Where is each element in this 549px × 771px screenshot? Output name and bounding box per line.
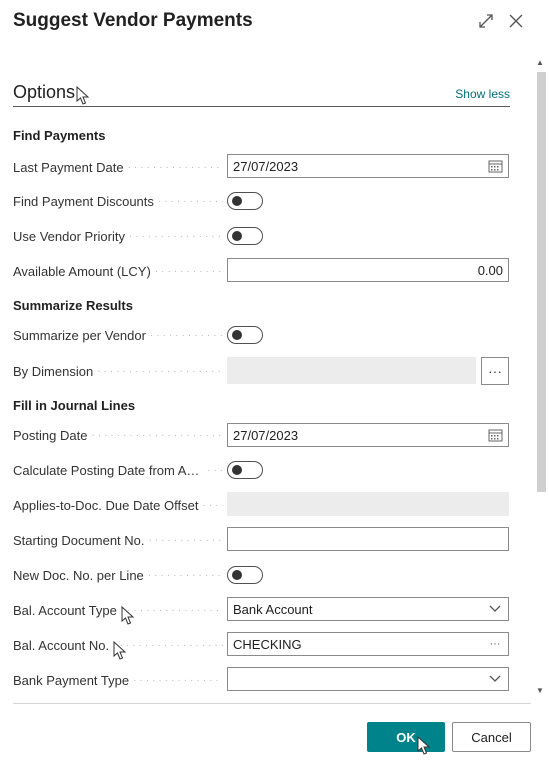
options-section-title[interactable]: Options bbox=[13, 82, 75, 103]
available-amount-field[interactable]: 0.00 bbox=[227, 258, 509, 282]
group-find-payments: Find Payments bbox=[13, 128, 106, 143]
use-vendor-priority-label: Use Vendor Priority·····················… bbox=[13, 228, 223, 244]
find-payment-discounts-toggle[interactable] bbox=[227, 192, 263, 210]
expand-icon[interactable] bbox=[476, 11, 496, 31]
last-payment-date-value: 27/07/2023 bbox=[233, 158, 299, 174]
bal-account-type-select[interactable]: Bank Account bbox=[227, 597, 509, 621]
mouse-cursor-icon bbox=[121, 606, 135, 625]
toggle-knob bbox=[232, 196, 242, 206]
due-date-offset-field bbox=[227, 492, 509, 516]
vertical-scrollbar[interactable]: ▲ ▼ bbox=[534, 56, 548, 696]
bal-account-type-label: Bal. Account Type·······················… bbox=[13, 602, 223, 618]
calendar-icon[interactable] bbox=[487, 427, 503, 443]
new-doc-no-per-line-toggle[interactable] bbox=[227, 566, 263, 584]
footer-divider bbox=[13, 703, 531, 704]
close-icon[interactable] bbox=[506, 11, 526, 31]
more-icon[interactable]: ··· bbox=[487, 636, 503, 652]
bal-account-no-field[interactable]: CHECKING ··· bbox=[227, 632, 509, 656]
group-summarize-results: Summarize Results bbox=[13, 298, 133, 313]
scroll-down-icon[interactable]: ▼ bbox=[536, 686, 544, 695]
calc-posting-date-label: Calculate Posting Date from Ap...·······… bbox=[13, 462, 223, 478]
cancel-button[interactable]: Cancel bbox=[452, 722, 531, 752]
mouse-cursor-icon bbox=[417, 736, 431, 755]
by-dimension-field bbox=[227, 357, 476, 384]
by-dimension-lookup-button[interactable]: ··· bbox=[481, 357, 509, 385]
show-less-link[interactable]: Show less bbox=[455, 87, 510, 101]
bal-account-type-value: Bank Account bbox=[233, 601, 313, 617]
bank-payment-type-select[interactable] bbox=[227, 667, 509, 691]
toggle-knob bbox=[232, 330, 242, 340]
posting-date-label: Posting Date····························… bbox=[13, 427, 223, 443]
starting-doc-no-field[interactable] bbox=[227, 527, 509, 551]
mouse-cursor-icon bbox=[113, 641, 127, 660]
available-amount-value: 0.00 bbox=[477, 262, 503, 278]
by-dimension-label: By Dimension····························… bbox=[13, 363, 223, 379]
chevron-down-icon bbox=[487, 601, 503, 617]
use-vendor-priority-toggle[interactable] bbox=[227, 227, 263, 245]
section-divider bbox=[13, 106, 510, 107]
toggle-knob bbox=[232, 570, 242, 580]
starting-doc-no-label: Starting Document No.···················… bbox=[13, 532, 223, 548]
bal-account-no-value: CHECKING bbox=[233, 636, 302, 652]
mouse-cursor-icon bbox=[76, 86, 90, 105]
new-doc-no-per-line-label: New Doc. No. per Line···················… bbox=[13, 567, 223, 583]
summarize-per-vendor-toggle[interactable] bbox=[227, 326, 263, 344]
scroll-up-icon[interactable]: ▲ bbox=[536, 58, 544, 67]
scrollbar-thumb[interactable] bbox=[537, 72, 546, 492]
last-payment-date-field[interactable]: 27/07/2023 bbox=[227, 154, 509, 178]
posting-date-value: 27/07/2023 bbox=[233, 427, 299, 443]
last-payment-date-label: Last Payment Date·······················… bbox=[13, 159, 223, 175]
chevron-down-icon bbox=[487, 671, 503, 687]
toggle-knob bbox=[232, 465, 242, 475]
more-icon: ··· bbox=[488, 363, 502, 379]
find-payment-discounts-label: Find Payment Discounts··················… bbox=[13, 193, 223, 209]
bank-payment-type-label: Bank Payment Type·······················… bbox=[13, 672, 223, 688]
calc-posting-date-toggle[interactable] bbox=[227, 461, 263, 479]
summarize-per-vendor-label: Summarize per Vendor····················… bbox=[13, 327, 223, 343]
calendar-icon[interactable] bbox=[487, 158, 503, 174]
dialog-title: Suggest Vendor Payments bbox=[13, 10, 253, 31]
due-date-offset-label: Applies-to-Doc. Due Date Offset·········… bbox=[13, 497, 223, 513]
available-amount-label: Available Amount (LCY)··················… bbox=[13, 263, 223, 279]
toggle-knob bbox=[232, 231, 242, 241]
posting-date-field[interactable]: 27/07/2023 bbox=[227, 423, 509, 447]
group-fill-in-journal-lines: Fill in Journal Lines bbox=[13, 398, 136, 413]
ok-button[interactable]: OK bbox=[367, 722, 445, 752]
